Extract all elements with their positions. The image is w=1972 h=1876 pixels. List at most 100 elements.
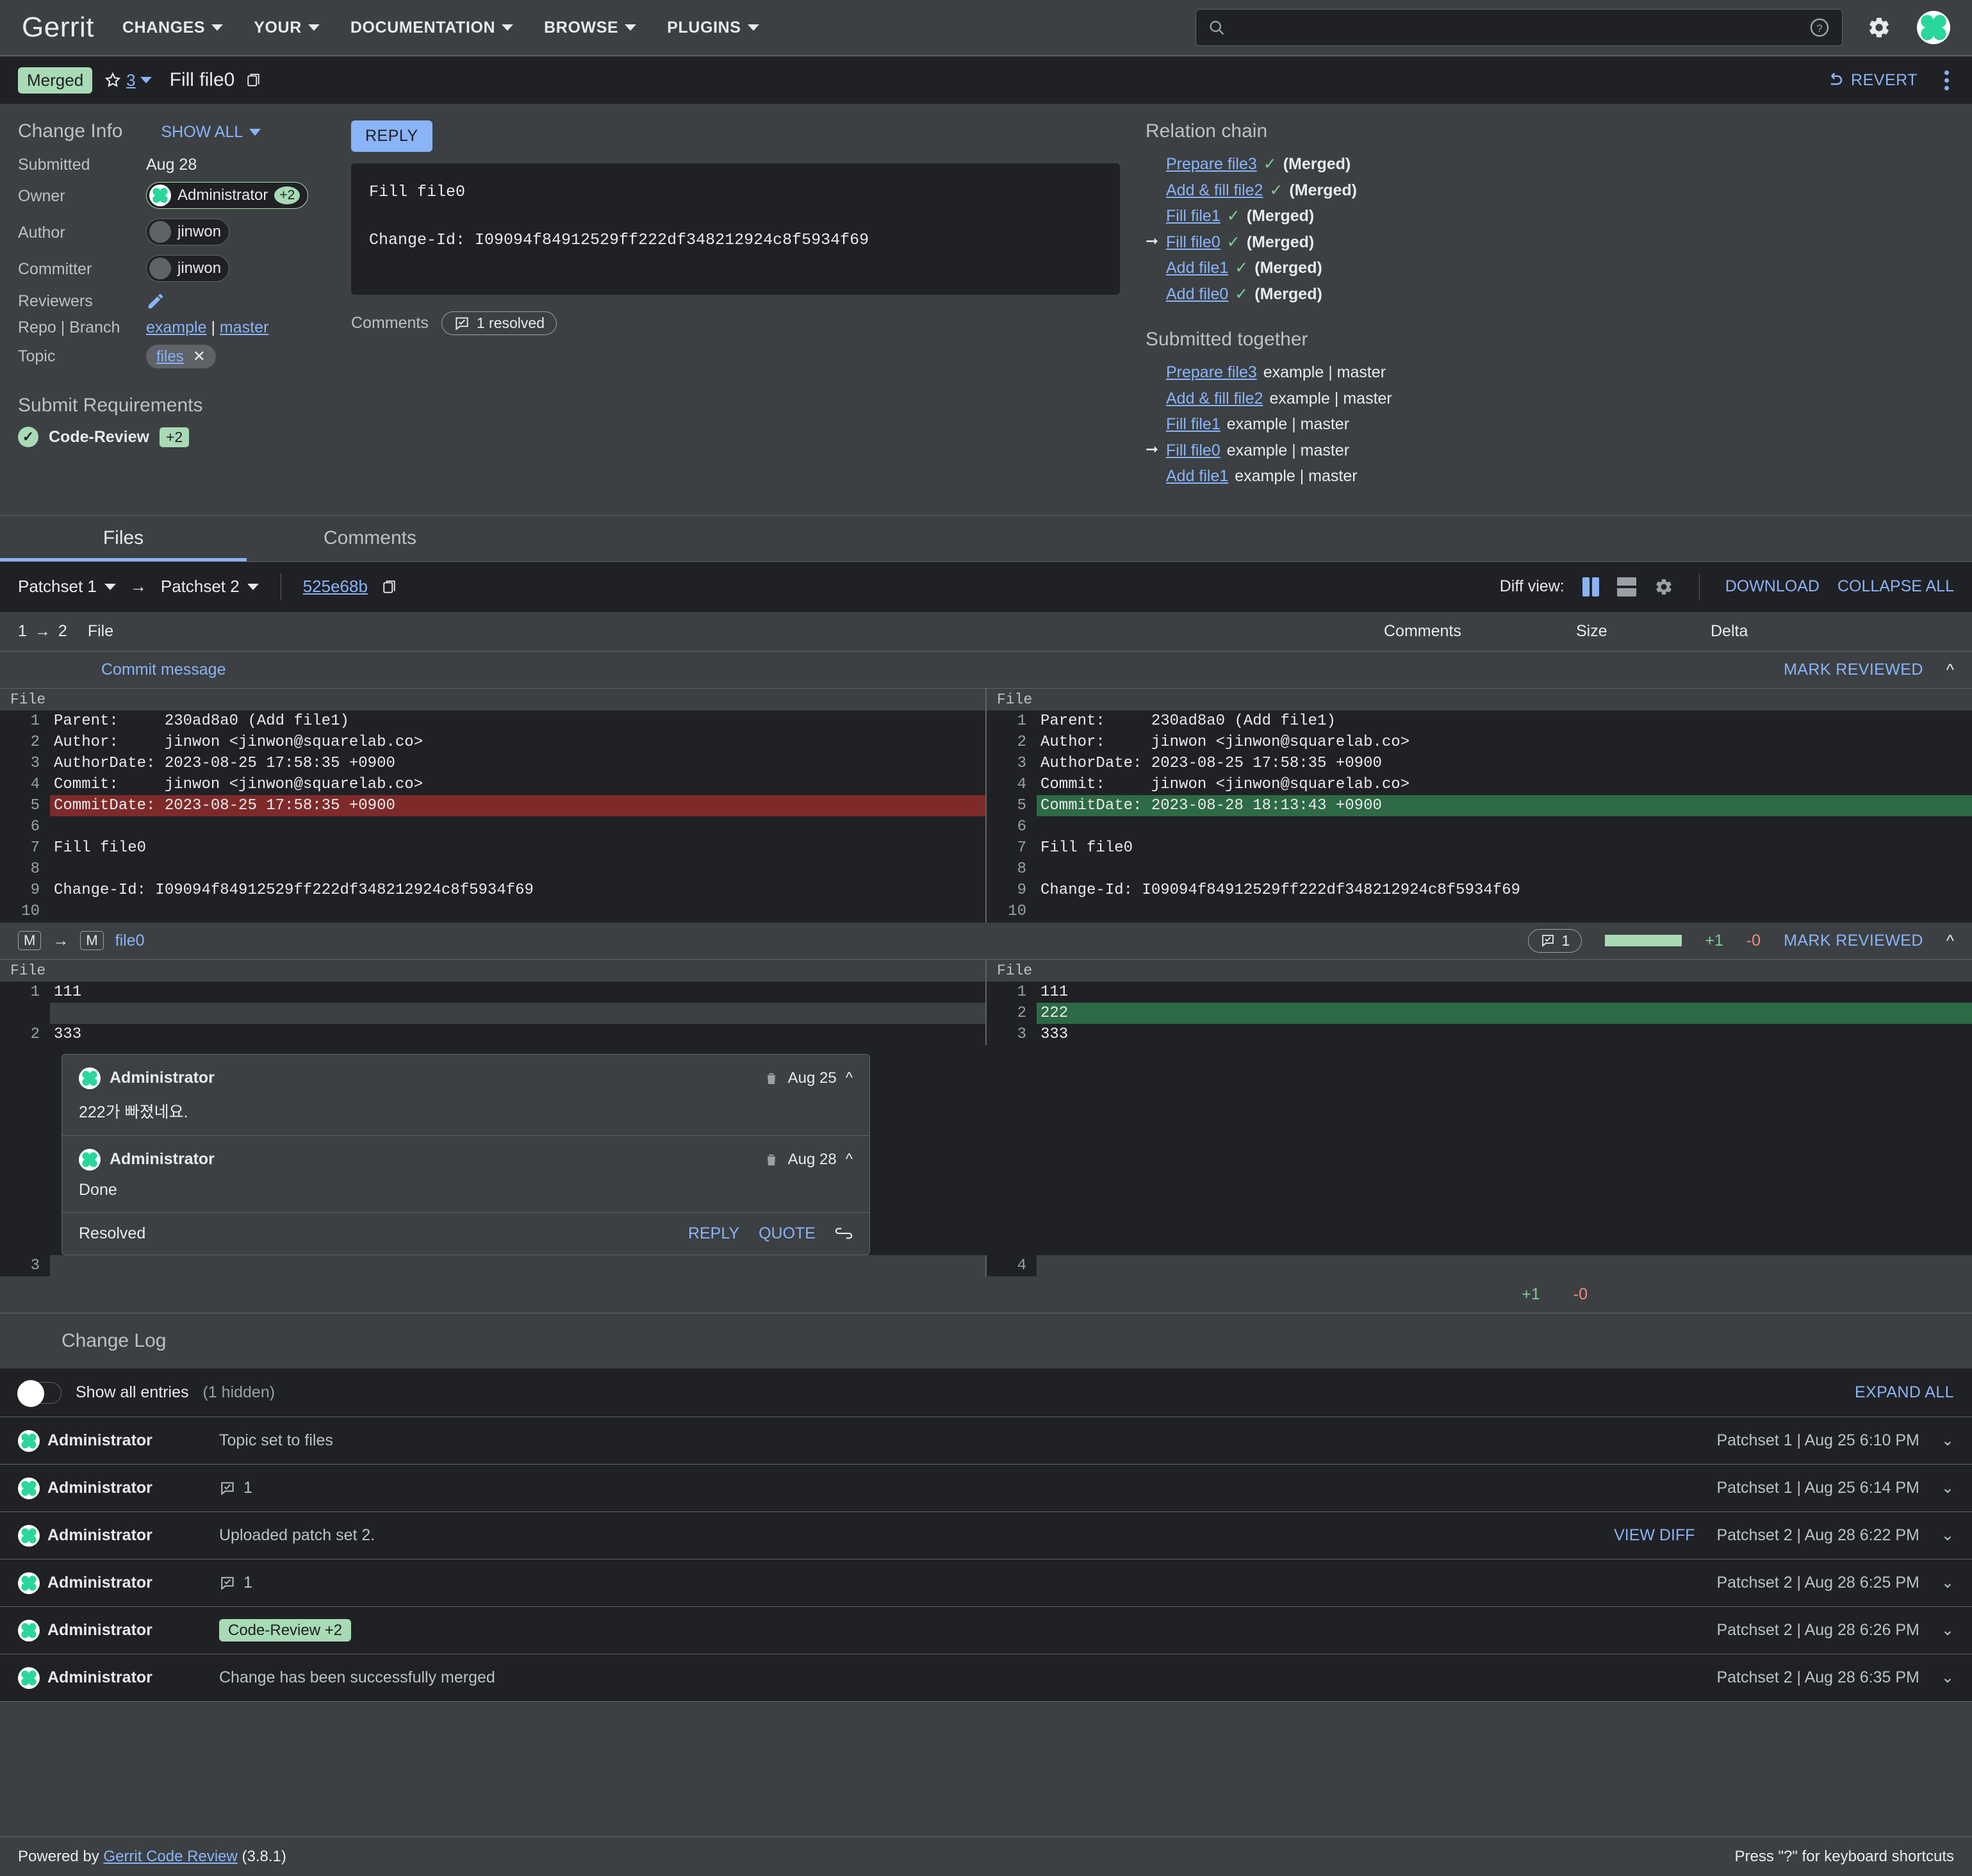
change-log-entry[interactable]: Administrator 1 Patchset 1 | Aug 25 6:14…	[0, 1465, 1972, 1513]
diff-line-added[interactable]: 2 222	[987, 1002, 1972, 1024]
relation-chain-link[interactable]: Add file1	[1166, 255, 1228, 281]
chevron-up-icon[interactable]: ^	[846, 1151, 853, 1169]
diff-line-removed[interactable]: 5 CommitDate: 2023-08-25 17:58:35 +0900	[0, 794, 985, 817]
diff-line[interactable]: 7 Fill file0	[987, 837, 1972, 859]
nav-item-documentation[interactable]: DOCUMENTATION	[350, 19, 514, 37]
show-all-entries-toggle[interactable]	[17, 1379, 62, 1407]
change-log-entry[interactable]: Administrator Change has been successful…	[0, 1654, 1972, 1702]
diff-line[interactable]: 4 Commit: jinwon <jinwon@squarelab.co>	[0, 773, 985, 795]
relation-chain-link[interactable]: Add & fill file2	[1166, 177, 1263, 204]
chevron-down-icon[interactable]: ⌄	[1941, 1574, 1954, 1592]
patchset-target-select[interactable]: Patchset 2	[161, 577, 259, 597]
diff-line[interactable]: 2 Author: jinwon <jinwon@squarelab.co>	[0, 731, 985, 753]
gerrit-logo[interactable]: Gerrit	[22, 12, 94, 44]
download-button[interactable]: DOWNLOAD	[1725, 577, 1820, 596]
star-count[interactable]: 3	[126, 70, 135, 90]
diff-line[interactable]: 2 333	[0, 1023, 985, 1045]
account-avatar[interactable]	[1917, 11, 1950, 44]
gear-icon[interactable]	[1654, 577, 1673, 597]
topic-link[interactable]: files	[156, 348, 184, 366]
file-name-link[interactable]: file0	[115, 932, 145, 950]
diff-line[interactable]: 4 Commit: jinwon <jinwon@squarelab.co>	[987, 773, 1972, 795]
revision-sha-link[interactable]: 525e68b	[303, 577, 368, 597]
search-input[interactable]: ?	[1196, 9, 1843, 46]
view-diff-button[interactable]: VIEW DIFF	[1614, 1526, 1695, 1545]
submitted-together-link[interactable]: Fill file0	[1166, 438, 1220, 464]
comment-reply-button[interactable]: REPLY	[688, 1224, 739, 1243]
relation-chain-item[interactable]: Fill file1 ✓ (Merged)	[1146, 203, 1954, 229]
submitted-together-item[interactable]: Prepare file3 example | master	[1146, 359, 1954, 386]
diff-line[interactable]: 1 111	[987, 981, 1972, 1003]
mark-reviewed-button[interactable]: MARK REVIEWED	[1784, 661, 1923, 679]
mark-reviewed-button[interactable]: MARK REVIEWED	[1784, 932, 1923, 950]
copy-icon[interactable]	[382, 578, 399, 596]
diff-line-added[interactable]: 5 CommitDate: 2023-08-28 18:13:43 +0900	[987, 794, 1972, 817]
diff-line[interactable]: 2 Author: jinwon <jinwon@squarelab.co>	[987, 731, 1972, 753]
submitted-together-link[interactable]: Prepare file3	[1166, 359, 1257, 386]
star-group[interactable]: 3	[104, 70, 152, 90]
gerrit-code-review-link[interactable]: Gerrit Code Review	[103, 1848, 237, 1866]
reply-button[interactable]: REPLY	[351, 120, 432, 152]
tab-comments[interactable]: Comments	[247, 516, 493, 561]
submitted-together-link[interactable]: Fill file1	[1166, 411, 1220, 438]
file-comment-count-pill[interactable]: 1	[1527, 928, 1582, 953]
copy-icon[interactable]	[246, 71, 263, 89]
diff-line[interactable]: 6	[987, 816, 1972, 838]
diff-line[interactable]: 8	[987, 859, 1972, 880]
repo-link[interactable]: example	[146, 318, 207, 336]
link-icon[interactable]	[835, 1227, 853, 1240]
relation-chain-link[interactable]: Add file0	[1166, 281, 1228, 308]
patchset-base-select[interactable]: Patchset 1	[18, 577, 116, 597]
relation-chain-item[interactable]: Prepare file3 ✓ (Merged)	[1146, 151, 1954, 177]
relation-chain-item[interactable]: Add & fill file2 ✓ (Merged)	[1146, 177, 1954, 204]
show-all-button[interactable]: SHOW ALL	[161, 123, 261, 142]
relation-chain-link[interactable]: Fill file1	[1166, 203, 1220, 229]
commit-message-link[interactable]: Commit message	[101, 661, 226, 679]
diff-line[interactable]: 10	[987, 901, 1972, 923]
submitted-together-item[interactable]: Add file1 example | master	[1146, 463, 1954, 490]
unified-view-icon[interactable]	[1616, 577, 1636, 597]
chevron-up-icon[interactable]: ^	[1946, 660, 1954, 680]
comment-quote-button[interactable]: QUOTE	[759, 1224, 816, 1243]
diff-line[interactable]: 7 Fill file0	[0, 837, 985, 859]
relation-chain-item-current[interactable]: ➞ Fill file0 ✓ (Merged)	[1146, 229, 1954, 256]
diff-line[interactable]: 3 AuthorDate: 2023-08-25 17:58:35 +0900	[0, 752, 985, 774]
submitted-together-item[interactable]: Add & fill file2 example | master	[1146, 386, 1954, 412]
branch-link[interactable]: master	[220, 318, 268, 336]
nav-item-plugins[interactable]: PLUGINS	[667, 19, 759, 37]
change-log-entry[interactable]: Administrator 1 Patchset 2 | Aug 28 6:25…	[0, 1559, 1972, 1608]
help-circle-icon[interactable]: ?	[1809, 17, 1830, 38]
close-icon[interactable]: ✕	[193, 347, 206, 366]
gear-icon[interactable]	[1867, 15, 1891, 40]
chevron-down-icon[interactable]: ⌄	[1941, 1526, 1954, 1545]
submitted-together-link[interactable]: Add & fill file2	[1166, 386, 1263, 412]
tab-files[interactable]: Files	[0, 516, 247, 561]
submitted-together-link[interactable]: Add file1	[1166, 463, 1228, 490]
diff-line[interactable]: 1 Parent: 230ad8a0 (Add file1)	[987, 710, 1972, 732]
diff-line[interactable]: 10	[0, 901, 985, 923]
change-log-entry[interactable]: Administrator Topic set to files Patchse…	[0, 1417, 1972, 1465]
diff-line[interactable]: 1 Parent: 230ad8a0 (Add file1)	[0, 710, 985, 732]
diff-line[interactable]: 9 Change-Id: I09094f84912529ff222df348212…	[987, 880, 1972, 901]
resolved-comments-pill[interactable]: 1 resolved	[441, 311, 557, 335]
submit-requirement-row[interactable]: ✓ Code-Review +2	[18, 427, 338, 447]
relation-chain-item[interactable]: Add file0 ✓ (Merged)	[1146, 281, 1954, 308]
chevron-down-icon[interactable]: ⌄	[1941, 1621, 1954, 1640]
nav-item-browse[interactable]: BROWSE	[544, 19, 637, 37]
diff-line[interactable]: 9 Change-Id: I09094f84912529ff222df348212…	[0, 880, 985, 901]
revert-button[interactable]: REVERT	[1825, 70, 1918, 90]
more-vert-icon[interactable]	[1939, 70, 1954, 90]
diff-line[interactable]: 3 333	[987, 1023, 1972, 1045]
chevron-up-icon[interactable]: ^	[846, 1069, 853, 1087]
change-log-entry[interactable]: Administrator Code-Review +2 Patchset 2 …	[0, 1607, 1972, 1655]
diff-line[interactable]: 4	[987, 1255, 1972, 1277]
nav-item-changes[interactable]: CHANGES	[122, 19, 224, 37]
relation-chain-link[interactable]: Prepare file3	[1166, 151, 1257, 177]
diff-line[interactable]: 8	[0, 859, 985, 880]
author-chip[interactable]: jinwon	[146, 218, 230, 245]
chevron-down-icon[interactable]: ⌄	[1941, 1431, 1954, 1450]
side-by-side-icon[interactable]	[1582, 577, 1599, 597]
submitted-together-item-current[interactable]: ➞ Fill file0 example | master	[1146, 438, 1954, 464]
owner-chip[interactable]: Administrator +2	[146, 182, 309, 209]
diff-line[interactable]: 6	[0, 816, 985, 838]
